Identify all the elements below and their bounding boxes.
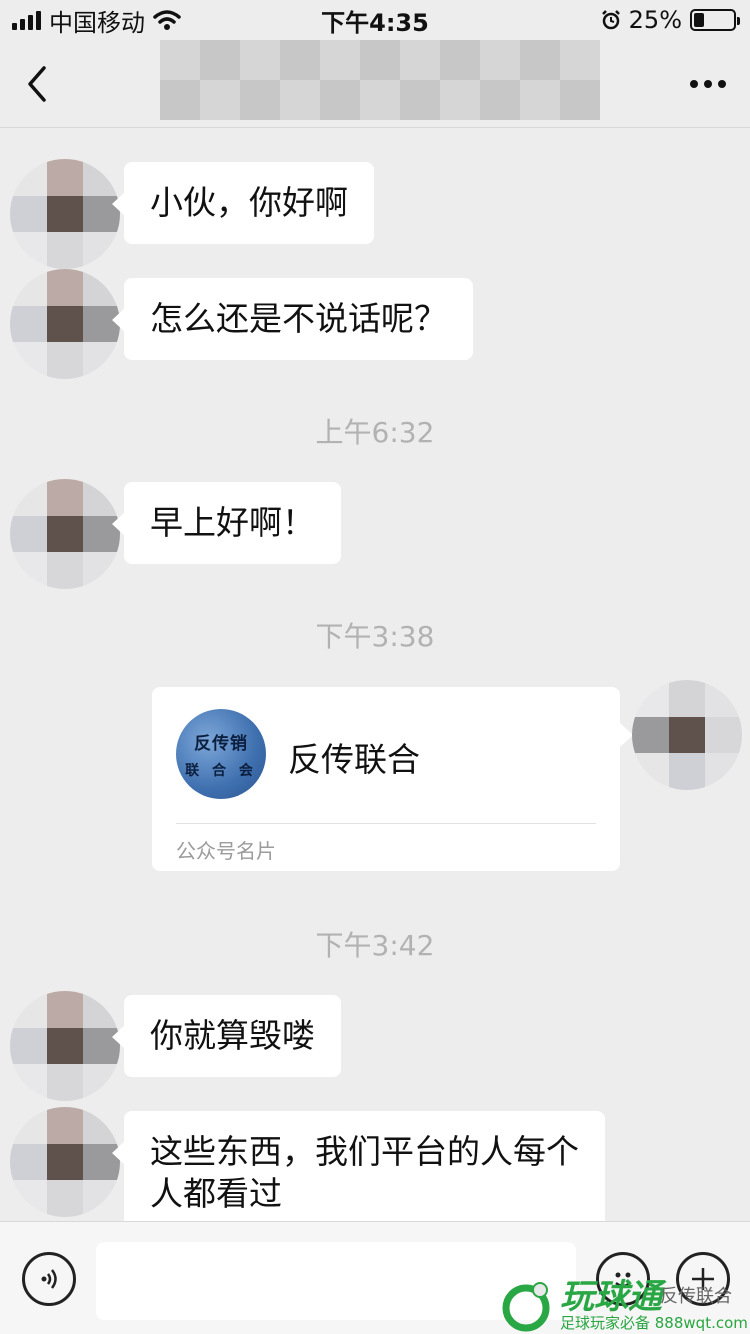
more-dots-icon: [690, 79, 698, 88]
signal-icon: [12, 10, 41, 30]
status-right: 25%: [601, 6, 740, 34]
watermark-side-text: 反传联合: [660, 1286, 732, 1307]
divider: [176, 823, 596, 824]
status-left: 中国移动: [12, 3, 181, 38]
alarm-icon: [601, 10, 620, 30]
voice-icon: [41, 1269, 57, 1289]
chat-title-pixelated: [160, 40, 600, 120]
message-text-line: 这些东西，我们平台的人每个: [150, 1132, 579, 1171]
logo-text-line2: 联 合 会: [185, 762, 257, 779]
message-bubble[interactable]: 你就算毁喽: [112, 995, 341, 1077]
wifi-icon: [153, 10, 181, 30]
official-account-logo: 反传销 联 合 会: [176, 709, 266, 799]
message-text: 早上好啊！: [150, 503, 315, 542]
my-avatar[interactable]: [632, 680, 742, 790]
more-button[interactable]: [690, 54, 726, 114]
chevron-left-icon: [28, 65, 46, 102]
message-text-line: 人都看过: [150, 1174, 282, 1213]
message-text: 小伙，你好啊: [150, 183, 348, 222]
logo-text-line1: 反传销: [194, 733, 248, 754]
message-bubble[interactable]: 小伙，你好啊: [112, 162, 374, 244]
voice-button[interactable]: [22, 1252, 76, 1306]
timestamp: 上午6:32: [315, 416, 435, 449]
contact-card-message[interactable]: 反传销 联 合 会 反传联合 公众号名片: [152, 687, 633, 871]
nav-bar: [0, 40, 750, 128]
soccer-player-logo-icon: [502, 1282, 550, 1332]
battery-fill: [694, 13, 704, 27]
avatar[interactable]: [10, 479, 120, 589]
card-type-label: 公众号名片: [176, 839, 276, 863]
timestamp: 下午3:38: [315, 620, 435, 653]
message-bubble[interactable]: 怎么还是不说话呢？: [112, 278, 473, 360]
watermark-tagline: 足球玩家必备 888wqt.com: [560, 1314, 748, 1332]
watermark: 玩球通 足球玩家必备 888wqt.com 反传联合: [500, 1278, 750, 1334]
battery-percent: 25%: [628, 6, 682, 34]
avatar[interactable]: [10, 1107, 120, 1217]
back-button[interactable]: [24, 54, 64, 114]
message-text: 你就算毁喽: [150, 1016, 315, 1055]
message-text: 怎么还是不说话呢？: [150, 299, 447, 338]
avatar[interactable]: [10, 159, 120, 269]
card-account-name: 反传联合: [288, 740, 420, 779]
message-bubble[interactable]: 这些东西，我们平台的人每个 人都看过: [112, 1111, 605, 1231]
message-bubble[interactable]: 早上好啊！: [112, 482, 341, 564]
timestamp: 下午3:42: [315, 929, 435, 962]
avatar[interactable]: [10, 269, 120, 379]
avatar[interactable]: [10, 991, 120, 1101]
battery-icon: [690, 9, 740, 31]
carrier-label: 中国移动: [49, 8, 145, 37]
status-bar: 中国移动 下午4:35 25%: [0, 0, 750, 40]
chat-area[interactable]: 小伙，你好啊 怎么还是不说话呢？ 上午6:32 早上好啊！ 下午3:38 反传销…: [0, 129, 750, 1231]
